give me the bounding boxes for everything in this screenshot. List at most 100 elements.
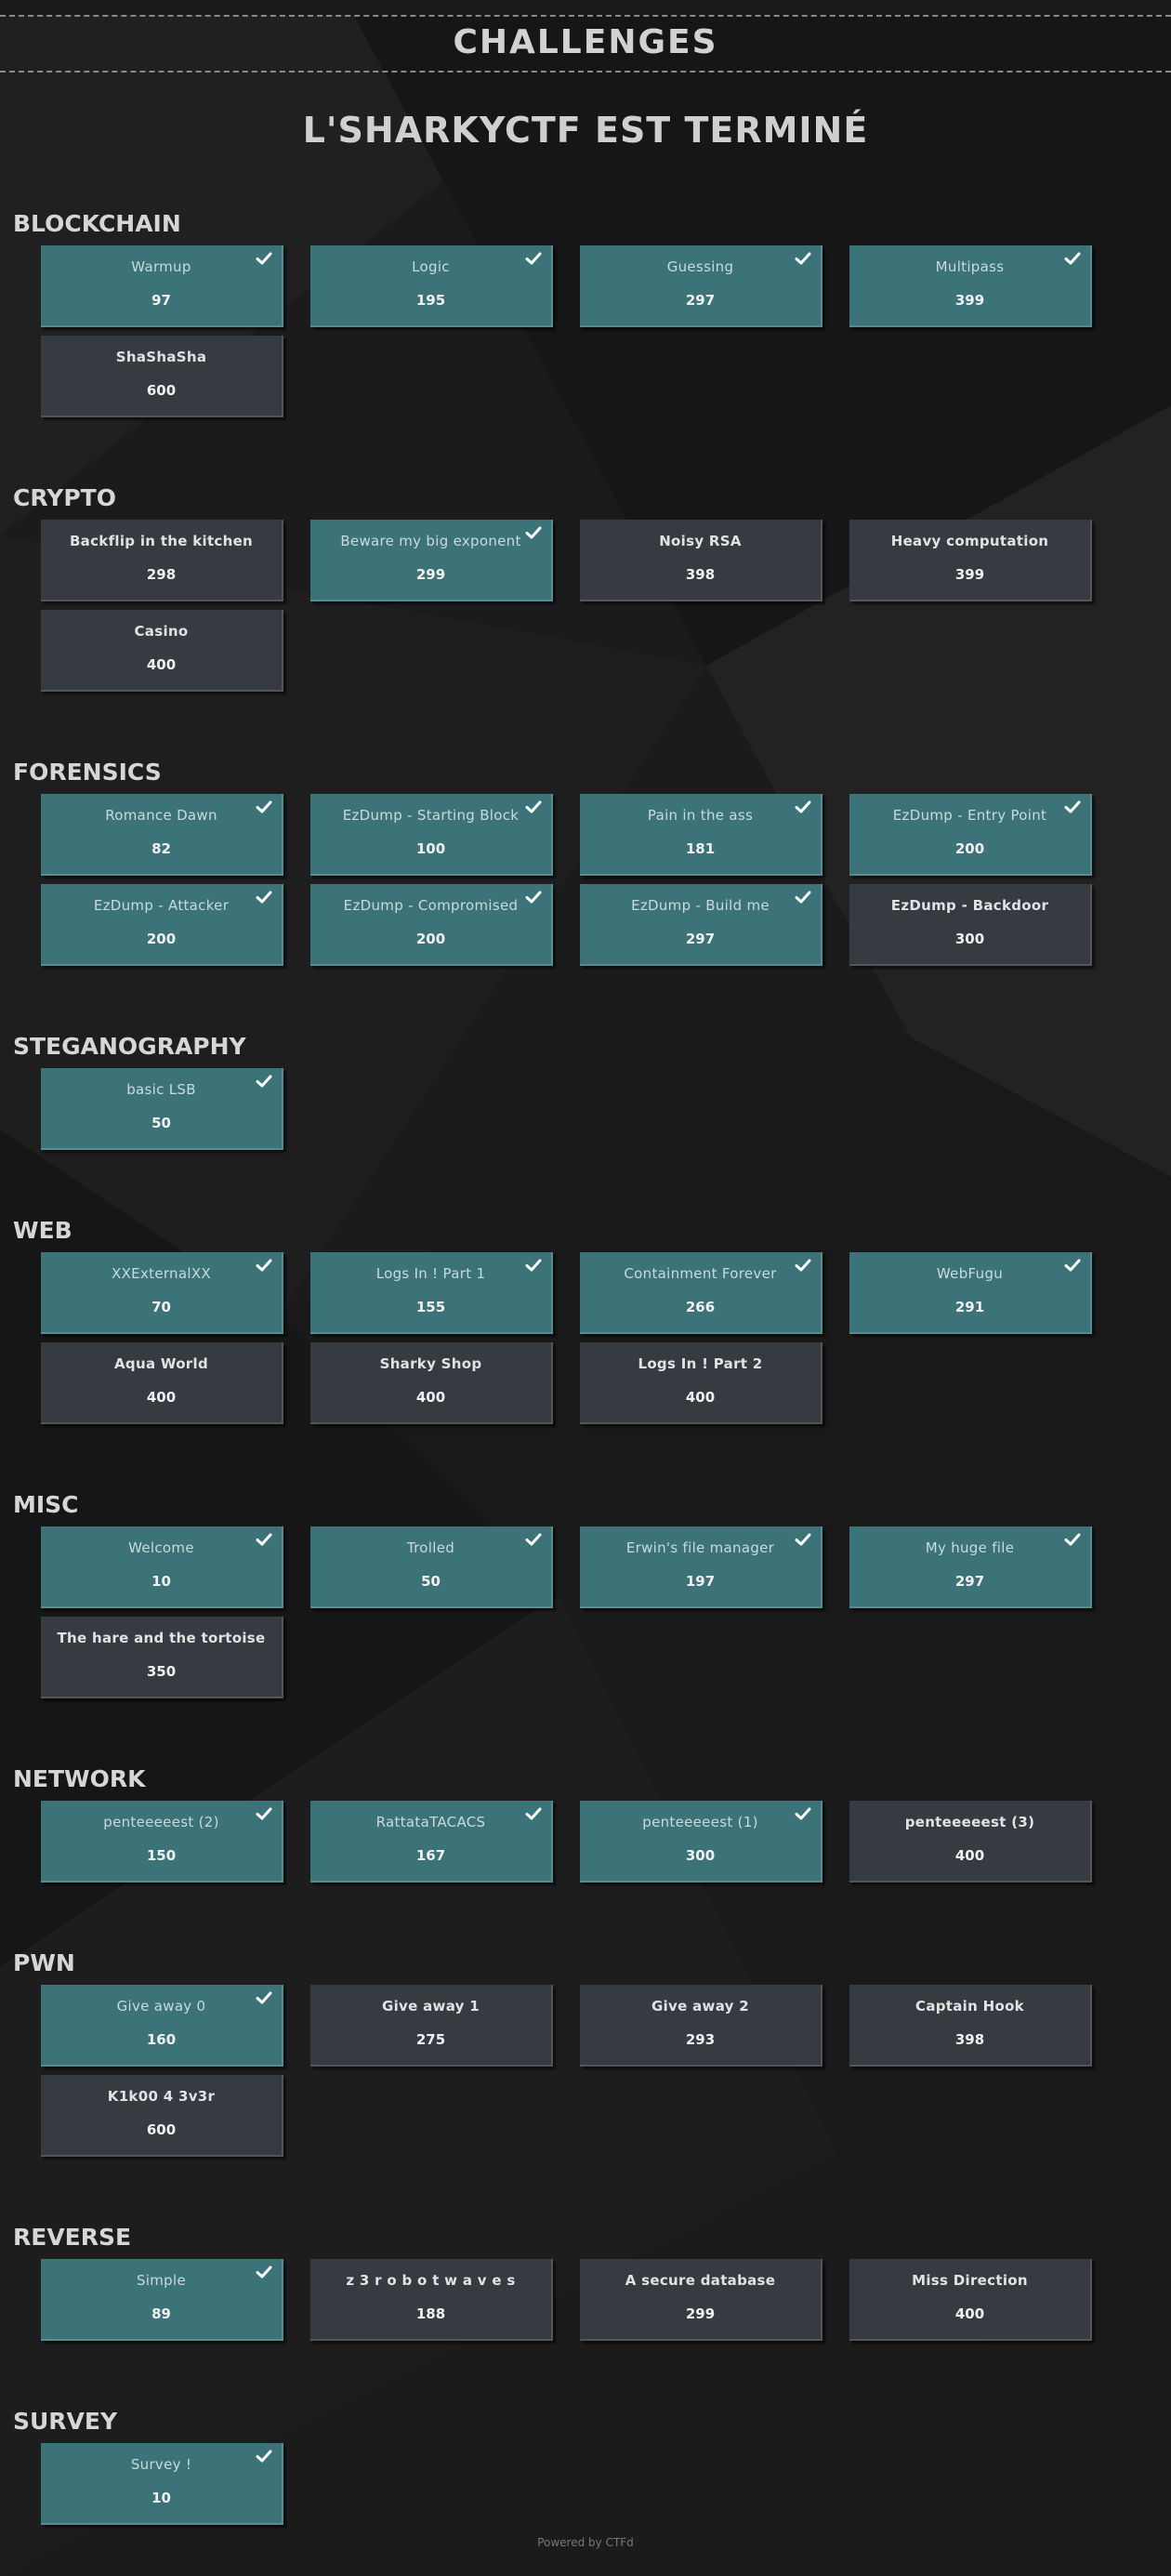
challenge-card[interactable]: Beware my big exponent 299 [310, 520, 553, 601]
challenge-card[interactable]: EzDump - Entry Point 200 [849, 794, 1092, 876]
challenge-card[interactable]: Heavy computation 399 [849, 520, 1092, 601]
challenge-points: 200 [954, 840, 985, 857]
challenge-card[interactable]: K1k00 4 3v3r 600 [41, 2075, 283, 2157]
challenge-name: EzDump - Build me [631, 897, 770, 914]
challenge-card[interactable]: Warmup 97 [41, 245, 283, 327]
challenge-card[interactable]: Give away 2 293 [580, 1985, 822, 2067]
check-icon [1064, 1533, 1081, 1546]
challenge-card[interactable]: Guessing 297 [580, 245, 822, 327]
challenge-name: Simple [136, 2272, 187, 2289]
challenge-card[interactable]: EzDump - Compromised 200 [310, 884, 553, 966]
challenge-card[interactable]: ShaShaSha 600 [41, 336, 283, 417]
challenge-points: 160 [146, 2031, 177, 2048]
challenge-points: 70 [151, 1299, 171, 1315]
challenge-card[interactable]: Casino 400 [41, 610, 283, 692]
challenge-card[interactable]: My huge file 297 [849, 1526, 1092, 1608]
challenge-card[interactable]: Logs In ! Part 1 155 [310, 1252, 553, 1334]
challenge-name: penteeeeest (2) [103, 1814, 219, 1830]
challenge-card[interactable]: Noisy RSA 398 [580, 520, 822, 601]
challenge-board: BLOCKCHAIN Warmup 97 Logic 195 Guessing 297 Mul… [0, 203, 1171, 2525]
challenge-card[interactable]: Captain Hook 398 [849, 1985, 1092, 2067]
challenge-card[interactable]: penteeeeest (2) 150 [41, 1801, 283, 1882]
check-icon [256, 800, 272, 813]
challenge-card[interactable]: Romance Dawn 82 [41, 794, 283, 876]
challenge-card[interactable]: WebFugu 291 [849, 1252, 1092, 1334]
challenge-name: z 3 r o b o t w a v e s [346, 2272, 516, 2289]
category-crypto: CRYPTO Backflip in the kitchen 298 Beware m… [0, 477, 1171, 692]
challenge-card[interactable]: Simple 89 [41, 2259, 283, 2341]
challenge-card[interactable]: Logs In ! Part 2 400 [580, 1342, 822, 1424]
challenge-grid: Backflip in the kitchen 298 Beware my big … [41, 520, 1138, 692]
challenge-card[interactable]: EzDump - Starting Block 100 [310, 794, 553, 876]
challenge-card[interactable]: XXExternalXX 70 [41, 1252, 283, 1334]
challenge-card[interactable]: Erwin's file manager 197 [580, 1526, 822, 1608]
challenge-card[interactable]: Give away 0 160 [41, 1985, 283, 2067]
challenge-card[interactable]: Survey ! 10 [41, 2443, 283, 2525]
challenge-points: 291 [954, 1299, 985, 1315]
challenge-points: 398 [685, 566, 716, 583]
challenge-card[interactable]: Aqua World 400 [41, 1342, 283, 1424]
check-icon [525, 800, 542, 813]
challenge-grid: Give away 0 160 Give away 1 275 Give away 2 2… [41, 1985, 1138, 2157]
challenge-card[interactable]: penteeeeest (1) 300 [580, 1801, 822, 1882]
challenge-name: Give away 0 [116, 1998, 206, 2015]
challenge-name: Erwin's file manager [625, 1539, 775, 1556]
challenge-grid: penteeeeest (2) 150 RattataTACACS 167 pentee… [41, 1801, 1138, 1882]
challenge-points: 299 [415, 566, 446, 583]
page-header: CHALLENGES [0, 15, 1171, 73]
challenge-card[interactable]: basic LSB 50 [41, 1068, 283, 1150]
challenge-points: 266 [685, 1299, 716, 1315]
challenge-points: 150 [146, 1847, 177, 1864]
challenge-name: WebFugu [936, 1265, 1004, 1282]
check-icon [256, 1533, 272, 1546]
challenge-points: 293 [685, 2031, 716, 2048]
challenge-name: Pain in the ass [647, 807, 754, 824]
challenge-card[interactable]: Miss Direction 400 [849, 2259, 1092, 2341]
challenge-card[interactable]: Multipass 399 [849, 245, 1092, 327]
challenge-card[interactable]: Welcome 10 [41, 1526, 283, 1608]
challenge-grid: Simple 89 z 3 r o b o t w a v e s 188 A secu… [41, 2259, 1138, 2341]
category-title: REVERSE [13, 2224, 132, 2251]
challenge-points: 50 [151, 1115, 171, 1131]
check-icon [525, 891, 542, 904]
check-icon [256, 1075, 272, 1088]
category-steganography: STEGANOGRAPHY basic LSB 50 [0, 1025, 1171, 1150]
challenge-card[interactable]: Containment Forever 266 [580, 1252, 822, 1334]
challenge-card[interactable]: Logic 195 [310, 245, 553, 327]
challenge-points: 100 [415, 840, 446, 857]
check-icon [525, 252, 542, 265]
challenge-card[interactable]: EzDump - Attacker 200 [41, 884, 283, 966]
challenge-points: 275 [415, 2031, 446, 2048]
challenge-name: basic LSB [126, 1081, 196, 1098]
challenge-name: Noisy RSA [659, 533, 742, 549]
challenge-card[interactable]: RattataTACACS 167 [310, 1801, 553, 1882]
challenge-card[interactable]: penteeeeest (3) 400 [849, 1801, 1092, 1882]
challenge-card[interactable]: EzDump - Build me 297 [580, 884, 822, 966]
challenge-points: 600 [146, 382, 177, 399]
challenge-card[interactable]: EzDump - Backdoor 300 [849, 884, 1092, 966]
challenge-grid: XXExternalXX 70 Logs In ! Part 1 155 Contain… [41, 1252, 1138, 1424]
challenge-card[interactable]: Give away 1 275 [310, 1985, 553, 2067]
check-icon [795, 1807, 811, 1820]
challenge-card[interactable]: Pain in the ass 181 [580, 794, 822, 876]
challenge-name: Captain Hook [915, 1998, 1024, 2015]
challenge-card[interactable]: Backflip in the kitchen 298 [41, 520, 283, 601]
challenge-card[interactable]: The hare and the tortoise 350 [41, 1617, 283, 1698]
challenge-points: 155 [415, 1299, 446, 1315]
challenge-card[interactable]: A secure database 299 [580, 2259, 822, 2341]
category-pwn: PWN Give away 0 160 Give away 1 275 Give away… [0, 1942, 1171, 2157]
challenge-card[interactable]: z 3 r o b o t w a v e s 188 [310, 2259, 553, 2341]
challenge-points: 297 [685, 931, 716, 947]
challenge-card[interactable]: Trolled 50 [310, 1526, 553, 1608]
category-blockchain: BLOCKCHAIN Warmup 97 Logic 195 Guessing 297 Mul… [0, 203, 1171, 417]
challenge-name: Trolled [406, 1539, 455, 1556]
category-forensics: FORENSICS Romance Dawn 82 EzDump - Starting… [0, 751, 1171, 966]
challenge-points: 10 [151, 1573, 171, 1590]
challenge-name: penteeeeest (3) [904, 1814, 1035, 1830]
check-icon [256, 2450, 272, 2463]
challenge-points: 600 [146, 2121, 177, 2138]
check-icon [525, 1533, 542, 1546]
check-icon [795, 1533, 811, 1546]
challenge-points: 297 [954, 1573, 985, 1590]
challenge-card[interactable]: Sharky Shop 400 [310, 1342, 553, 1424]
